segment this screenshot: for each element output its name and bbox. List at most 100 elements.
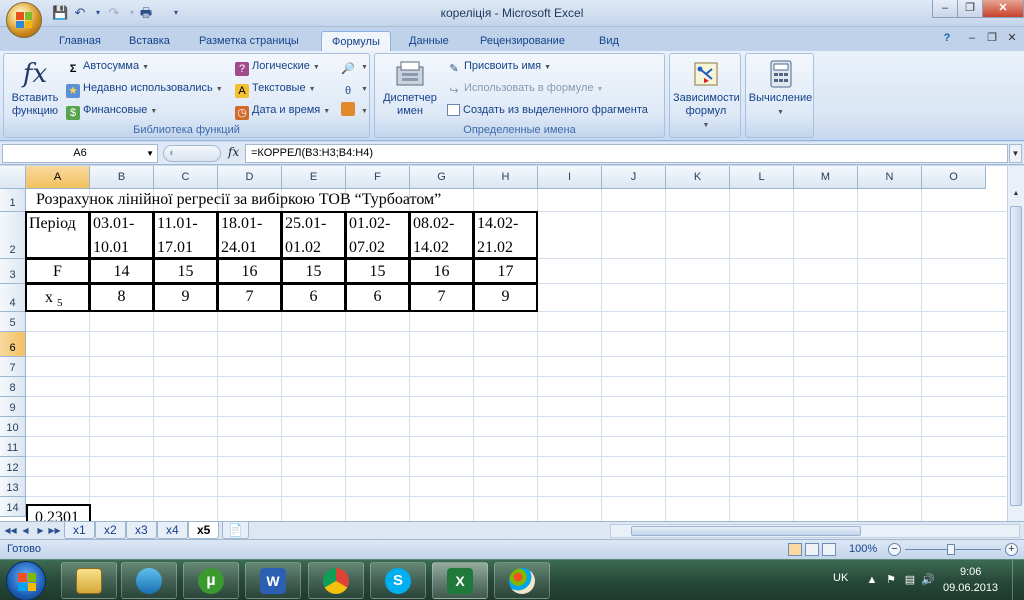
date-time-button[interactable]: ◷ Дата и время ▼ — [235, 100, 330, 120]
zoom-level[interactable]: 100% — [849, 543, 877, 555]
input-language[interactable]: UK — [833, 572, 848, 584]
define-name-button[interactable]: ✎ Присвоить имя ▼ — [447, 56, 551, 76]
horizontal-scroll-thumb[interactable] — [631, 526, 861, 536]
f-value-cell[interactable]: 15 — [153, 258, 218, 284]
column-header-J[interactable]: J — [602, 166, 666, 189]
tab-data[interactable]: Данные — [399, 31, 459, 51]
sheet-title[interactable]: Розрахунок лінійної регресії за вибіркою… — [27, 190, 627, 210]
select-all-corner[interactable] — [0, 166, 26, 189]
network-icon[interactable]: ▤ — [903, 573, 917, 587]
show-desktop-button[interactable] — [1012, 560, 1024, 600]
create-from-selection-button[interactable]: Создать из выделенного фрагмента — [447, 100, 648, 120]
row-header-3[interactable]: 3 — [0, 259, 26, 284]
x-value-cell[interactable]: 6 — [281, 283, 346, 312]
tab-review[interactable]: Рецензирование — [470, 31, 575, 51]
column-header-M[interactable]: M — [794, 166, 858, 189]
ribbon-close-icon[interactable]: ✕ — [1005, 31, 1019, 45]
column-header-G[interactable]: G — [410, 166, 474, 189]
x-value-cell[interactable]: 7 — [409, 283, 474, 312]
row-header-13[interactable]: 13 — [0, 477, 26, 497]
period-label-cell[interactable]: Період — [25, 211, 90, 259]
row-header-2[interactable]: 2 — [0, 212, 26, 259]
tab-insert[interactable]: Вставка — [119, 31, 180, 51]
sheet-tab-x4[interactable]: x4 — [157, 522, 188, 539]
autosum-button[interactable]: Σ Автосумма ▼ — [66, 56, 149, 76]
close-button[interactable]: ✕ — [982, 0, 1024, 18]
sheet-tab-x1[interactable]: x1 — [64, 522, 95, 539]
financial-button[interactable]: $ Финансовые ▼ — [66, 100, 157, 120]
clock-time[interactable]: 9:06 — [960, 566, 981, 578]
period-cell[interactable]: 03.01- 10.01 — [89, 211, 154, 259]
column-header-F[interactable]: F — [346, 166, 410, 189]
zoom-slider-knob[interactable] — [947, 544, 955, 555]
recently-used-button[interactable]: ★ Недавно использовались ▼ — [66, 78, 223, 98]
period-cell[interactable]: 01.02- 07.02 — [345, 211, 410, 259]
insert-function-icon[interactable]: fx — [228, 145, 239, 159]
x-value-cell[interactable]: 9 — [153, 283, 218, 312]
period-cell[interactable]: 11.01- 17.01 — [153, 211, 218, 259]
f-value-cell[interactable]: 16 — [409, 258, 474, 284]
column-header-L[interactable]: L — [730, 166, 794, 189]
tray-flag-icon[interactable]: ⚑ — [884, 573, 898, 587]
sheet-tab-x5[interactable]: x5 — [188, 522, 220, 539]
first-sheet-icon[interactable]: ◀◀ — [4, 524, 17, 538]
minimize-button[interactable]: – — [932, 0, 958, 18]
tab-view[interactable]: Вид — [589, 31, 629, 51]
last-sheet-icon[interactable]: ▶▶ — [48, 524, 61, 538]
row-header-4[interactable]: 4 — [0, 284, 26, 312]
period-cell[interactable]: 25.01- 01.02 — [281, 211, 346, 259]
f-value-cell[interactable]: 15 — [281, 258, 346, 284]
column-header-E[interactable]: E — [282, 166, 346, 189]
taskbar-utorrent[interactable]: µ — [183, 562, 239, 599]
name-manager-button[interactable]: Диспетчер имен — [377, 56, 443, 118]
f-value-cell[interactable]: 17 — [473, 258, 538, 284]
maximize-button[interactable]: ❐ — [957, 0, 983, 18]
name-box-dropdown-icon[interactable]: ▼ — [146, 145, 154, 162]
taskbar-word[interactable]: W — [245, 562, 301, 599]
x-value-cell[interactable]: 9 — [473, 283, 538, 312]
ribbon-minimize-icon[interactable]: – — [965, 31, 979, 45]
sheet-tab-x2[interactable]: x2 — [95, 522, 126, 539]
column-header-B[interactable]: B — [90, 166, 154, 189]
math-trig-button[interactable]: θ ▼ — [341, 78, 368, 98]
row-header-5[interactable]: 5 — [0, 312, 26, 332]
text-button[interactable]: A Текстовые ▼ — [235, 78, 316, 98]
f-value-cell[interactable]: 16 — [217, 258, 282, 284]
page-break-view-icon[interactable] — [822, 543, 836, 556]
next-sheet-icon[interactable]: ▶ — [34, 524, 47, 538]
tab-page-layout[interactable]: Разметка страницы — [189, 31, 309, 51]
sheet-tab-x3[interactable]: x3 — [126, 522, 157, 539]
row-header-11[interactable]: 11 — [0, 437, 26, 457]
row-header-1[interactable]: 1 — [0, 189, 26, 212]
horizontal-scrollbar[interactable] — [610, 524, 1020, 538]
x-label-cell[interactable]: x 5 — [25, 283, 90, 312]
name-box[interactable]: A6 ▼ — [2, 144, 158, 163]
expand-formula-bar-icon[interactable]: ▼ — [1009, 144, 1022, 163]
taskbar-chrome[interactable] — [308, 562, 364, 599]
column-header-D[interactable]: D — [218, 166, 282, 189]
scroll-up-icon[interactable]: ▲ — [1008, 186, 1024, 202]
period-cell[interactable]: 18.01- 24.01 — [217, 211, 282, 259]
x-value-cell[interactable]: 7 — [217, 283, 282, 312]
vertical-scrollbar[interactable]: ▲ — [1007, 166, 1024, 521]
tray-expand-icon[interactable]: ▲ — [865, 573, 879, 587]
row-header-9[interactable]: 9 — [0, 397, 26, 417]
row-header-10[interactable]: 10 — [0, 417, 26, 437]
formula-input[interactable]: =КОРРЕЛ(B3:H3;B4:H4) — [245, 144, 1008, 163]
taskbar-media-player[interactable] — [121, 562, 177, 599]
column-header-C[interactable]: C — [154, 166, 218, 189]
page-layout-view-icon[interactable] — [805, 543, 819, 556]
zoom-in-icon[interactable]: + — [1005, 543, 1018, 556]
row-header-8[interactable]: 8 — [0, 377, 26, 397]
row-header-14[interactable]: 14 — [0, 497, 26, 517]
start-button[interactable] — [6, 561, 46, 600]
prev-sheet-icon[interactable]: ◀ — [19, 524, 32, 538]
taskbar-skype[interactable]: S — [370, 562, 426, 599]
column-header-A[interactable]: A — [26, 166, 90, 189]
column-header-K[interactable]: K — [666, 166, 730, 189]
formula-auditing-button[interactable]: Зависимости формул ▼ — [671, 56, 741, 132]
taskbar-paint[interactable] — [494, 562, 550, 599]
column-header-N[interactable]: N — [858, 166, 922, 189]
row-header-12[interactable]: 12 — [0, 457, 26, 477]
zoom-out-icon[interactable]: − — [888, 543, 901, 556]
